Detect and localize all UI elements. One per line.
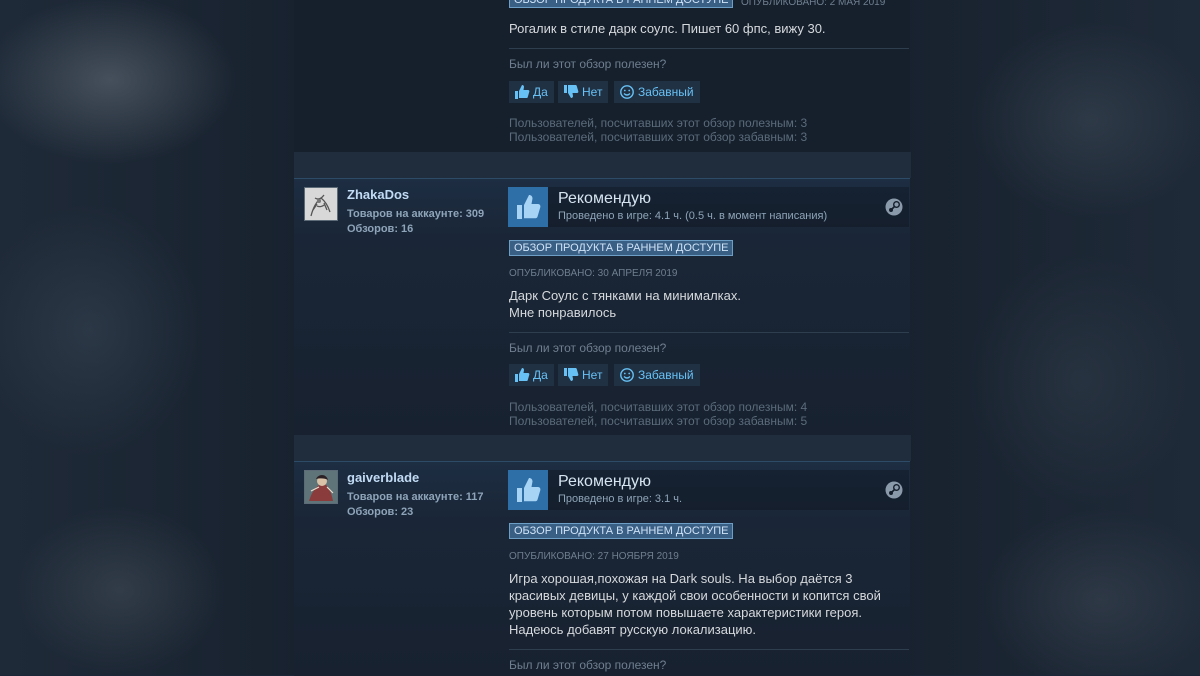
early-access-badge: ОБЗОР ПРОДУКТА В РАННЕМ ДОСТУПЕ [509,523,734,539]
review-text-line: Мне понравилось [509,305,617,320]
review-text-line: Надеюсь добавят русскую локализацию. [509,622,757,637]
verdict-header[interactable]: Рекомендую Проведено в игре: 4.1 ч. (0.5… [508,187,909,227]
avatar[interactable] [304,470,338,504]
review-text: Дарк Соулс с тянками на минималках. Мне … [509,287,904,321]
author-name[interactable]: gaiverblade [347,470,419,485]
early-access-badge: ОБЗОР ПРОДУКТА В РАННЕМ ДОСТУПЕ [509,0,734,8]
review-text: Рогалик в стиле дарк соулс. Пишет 60 фпс… [509,20,904,37]
vote-yes-label: Да [533,368,548,382]
vote-yes-button[interactable]: Да [509,364,554,386]
smiley-icon [620,85,634,99]
avatar[interactable] [304,187,338,221]
early-access-badge: ОБЗОР ПРОДУКТА В РАННЕМ ДОСТУПЕ [509,240,734,256]
thumbs-up-icon [517,195,541,219]
divider [509,332,909,333]
helpful-question: Был ли этот обзор полезен? [509,658,667,672]
review-text: Игра хорошая,похожая на Dark souls. На в… [509,570,904,638]
helpful-count: Пользователей, посчитавших этот обзор по… [509,400,808,414]
thumbs-down-icon [564,85,579,98]
vote-no-label: Нет [582,368,603,382]
recommended-thumb [508,470,548,510]
vote-no-button[interactable]: Нет [558,364,609,386]
thumbs-up-icon [515,85,530,99]
smiley-icon [620,368,634,382]
helpful-count: Пользователей, посчитавших этот обзор по… [509,116,808,130]
steam-icon [885,198,903,216]
avatar-image [305,471,337,503]
review-text-line: Игра хорошая,похожая на Dark souls. На в… [509,571,853,586]
verdict-title: Рекомендую [558,473,652,490]
verdict-header[interactable]: Рекомендую Проведено в игре: 3.1 ч. [508,470,909,510]
vote-stats: Пользователей, посчитавших этот обзор по… [509,400,807,428]
vote-funny-button[interactable]: Забавный [614,81,700,103]
review-card: ZhakaDos Товаров на аккаунте: 309 Обзоро… [294,178,910,436]
review-text-line: красивых девицы, у каждой свои особеннос… [509,588,881,603]
vote-funny-label: Забавный [638,368,694,382]
review-separator [294,435,911,461]
vote-funny-label: Забавный [638,85,694,99]
helpful-question: Был ли этот обзор полезен? [509,341,667,355]
divider [509,48,909,49]
posted-date: ОПУБЛИКОВАНО: 27 НОЯБРЯ 2019 [509,551,679,562]
vote-no-button[interactable]: Нет [558,81,609,103]
divider [509,649,909,650]
review-text-line: уровень которым потом повышаете характер… [509,605,862,620]
author-reviews-count[interactable]: Обзоров: 23 [347,506,413,518]
vote-yes-button[interactable]: Да [509,81,554,103]
thumbs-down-icon [564,368,579,381]
posted-date: ОПУБЛИКОВАНО: 30 АПРЕЛЯ 2019 [509,268,678,279]
steam-icon [885,481,903,499]
author-products-count[interactable]: Товаров на аккаунте: 117 [347,491,484,503]
vote-yes-label: Да [533,85,548,99]
review-text-line: Дарк Соулс с тянками на минималках. [509,288,741,303]
helpful-question: Был ли этот обзор полезен? [509,57,667,71]
avatar-image [305,188,337,220]
review-card: gaiverblade Товаров на аккаунте: 117 Обз… [294,461,910,676]
thumbs-up-icon [517,478,541,502]
review-separator [294,152,911,178]
author-name[interactable]: ZhakaDos [347,187,409,202]
funny-count: Пользователей, посчитавших этот обзор за… [509,414,808,428]
author-reviews-count[interactable]: Обзоров: 16 [347,223,413,235]
hours-played: Проведено в игре: 4.1 ч. (0.5 ч. в момен… [558,210,828,222]
review-text-line: Рогалик в стиле дарк соулс. Пишет 60 фпс… [509,21,826,36]
vote-stats: Пользователей, посчитавших этот обзор по… [509,116,807,144]
author-products-count[interactable]: Товаров на аккаунте: 309 [347,208,484,220]
hours-played: Проведено в игре: 3.1 ч. [558,493,683,505]
thumbs-up-icon [515,368,530,382]
vote-no-label: Нет [582,85,603,99]
review-card: ОБЗОР ПРОДУКТА В РАННЕМ ДОСТУПЕ ОПУБЛИКО… [294,0,910,152]
recommended-thumb [508,187,548,227]
vote-funny-button[interactable]: Забавный [614,364,700,386]
posted-date: ОПУБЛИКОВАНО: 2 МАЯ 2019 [741,0,886,8]
funny-count: Пользователей, посчитавших этот обзор за… [509,130,808,144]
verdict-title: Рекомендую [558,190,652,207]
